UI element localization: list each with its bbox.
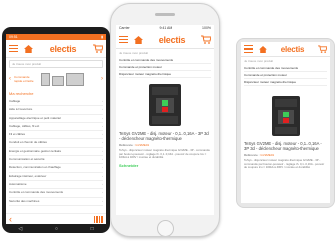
menu-icon[interactable] [119, 35, 128, 44]
category-item[interactable]: Conduit et chemin de câbles › [9, 139, 103, 148]
breadcrumb-item[interactable]: Contrôle et commande des mouvements [119, 57, 211, 64]
category-item[interactable]: Cablage › [9, 98, 103, 107]
category-label: Contrôle et commande des mouvements [9, 190, 64, 195]
chevron-left-icon[interactable]: ‹ [9, 76, 11, 82]
chevron-right-icon: › [102, 132, 103, 137]
chevron-right-icon: › [102, 140, 103, 145]
chevron-right-icon: › [102, 157, 103, 162]
app-header: electis [241, 42, 330, 57]
app-header: electis [6, 40, 106, 58]
category-label: Eclairage intérieur, extérieur [9, 173, 47, 178]
nav-back-icon[interactable]: ◁ [18, 226, 22, 232]
category-label: Conduit et chemin de câbles [9, 140, 47, 145]
breadcrumb-item[interactable]: Contrôle et commande des mouvements [244, 65, 327, 72]
banner-text: Commande rapide et facile [14, 74, 34, 83]
cart-icon[interactable] [201, 35, 211, 44]
iphone-screen: Carrier 9:41 AM 100% electis Je trouve m… [116, 25, 214, 215]
breadcrumb-item[interactable]: Commande et protection moteur [244, 72, 327, 79]
section-title: Ma recherche [9, 91, 34, 96]
chevron-right-icon: › [102, 148, 103, 153]
category-label: Aide à l'ouverture [9, 107, 33, 112]
nav-home-icon[interactable]: ○ [55, 226, 58, 232]
category-label: Appareillage électrique et petit matérie… [9, 115, 61, 120]
menu-icon[interactable] [244, 45, 253, 53]
chevron-right-icon: › [102, 107, 103, 112]
battery-label: 100% [202, 26, 211, 30]
category-item[interactable]: Sécurité des machines › [9, 198, 103, 206]
speaker-grille [155, 13, 175, 16]
category-item[interactable]: Détection, communication et chauffage › [9, 164, 103, 173]
home-button[interactable] [157, 220, 174, 236]
category-label: Communication et sécurité [9, 157, 45, 162]
home-icon[interactable] [134, 35, 143, 44]
barcode-icon[interactable] [94, 210, 103, 224]
product-description: TeSys - disjoncteur moteur magnéto-therm… [119, 148, 210, 160]
chevron-right-icon: › [102, 173, 103, 178]
brand-logo[interactable]: electis [39, 44, 87, 54]
home-icon[interactable] [24, 44, 33, 53]
product-description: TeSys - disjoncteur moteur magnéto-therm… [244, 158, 325, 170]
category-label: Détection, communication et chauffage [9, 165, 61, 170]
schneider-logo: Schneider [119, 162, 139, 168]
category-label: Cablage, câbles, fil ect [9, 123, 40, 128]
bottom-bar: ‹ [6, 213, 106, 224]
status-time: 9:41 AM [159, 26, 173, 30]
category-label: Energie et gestionnaire gestion tertiair… [9, 148, 62, 153]
promo-banner[interactable]: ‹ Commande rapide et facile › [9, 70, 103, 87]
chevron-right-icon: › [102, 99, 103, 103]
chevron-right-icon: › [102, 198, 103, 203]
product-reference: Référence : GV2ME01 [244, 153, 275, 157]
product-title: TeSys GV2ME - disj. moteur - 0,1..0,16A … [119, 131, 209, 141]
category-item[interactable]: Fil et câbles › [9, 131, 103, 140]
category-item[interactable]: Eclairage intérieur, extérieur › [9, 173, 103, 181]
product-image[interactable] [266, 94, 306, 138]
search-input[interactable]: Je trouve mon produit [244, 59, 327, 63]
search-input[interactable]: Je trouve mon produit [119, 51, 211, 55]
tablet-screen: electis Je trouve mon produit Contrôle e… [241, 42, 330, 203]
back-arrow-icon[interactable]: ‹ [9, 214, 12, 224]
devices-illustration [41, 72, 98, 86]
category-item[interactable]: Communication et sécurité › [9, 156, 103, 165]
iphone-frame: Carrier 9:41 AM 100% electis Je trouve m… [110, 3, 220, 237]
product-title: TeSys GV2ME - disj. moteur - 0,1..0,16A … [244, 141, 322, 151]
brand-logo[interactable]: electis [273, 45, 312, 54]
cart-icon[interactable] [93, 44, 103, 53]
breadcrumb-item[interactable]: Disjoncteur moteur magnéto-thermique [244, 79, 327, 86]
android-screen: 09:51 ▮ electis Je trouve mon produit ‹ C… [6, 34, 106, 224]
battery-icon: ▮ [101, 35, 103, 39]
category-label: Fil et câbles [9, 132, 26, 137]
breadcrumb-item[interactable]: Commande et protection moteur [119, 64, 211, 71]
android-nav-bar: ◁ ○ □ [2, 224, 110, 233]
android-phone-frame: 09:51 ▮ electis Je trouve mon produit ‹ C… [2, 27, 110, 233]
category-item[interactable]: Contrôle et commande des mouvements › [9, 189, 103, 198]
category-label: Automatisme [9, 181, 27, 186]
chevron-right-icon[interactable]: › [101, 76, 103, 82]
cart-icon[interactable] [318, 45, 327, 53]
product-reference: Référence : GV2ME01 [119, 143, 150, 147]
chevron-right-icon: › [102, 190, 103, 195]
breadcrumb-item[interactable]: Disjoncteur moteur magnéto-thermique [119, 71, 211, 78]
category-item[interactable]: Aide à l'ouverture › [9, 106, 103, 115]
category-item[interactable]: Energie et gestionnaire gestion tertiair… [9, 148, 103, 157]
category-label: Cablage [9, 99, 21, 103]
carrier-label: Carrier [119, 26, 130, 30]
app-header: electis [116, 31, 214, 49]
chevron-right-icon: › [102, 181, 103, 186]
search-input[interactable]: Je trouve mon produit [9, 60, 103, 68]
category-item[interactable]: Cablage, câbles, fil ect › [9, 123, 103, 132]
chevron-right-icon: › [102, 123, 103, 128]
chevron-right-icon: › [102, 165, 103, 170]
category-list: Cablage › Aide à l'ouverture › Appareillage … [9, 98, 103, 206]
product-image[interactable] [143, 82, 187, 128]
category-item[interactable]: Automatisme › [9, 181, 103, 190]
nav-recents-icon[interactable]: □ [91, 226, 94, 232]
brand-logo[interactable]: electis [149, 35, 195, 45]
menu-icon[interactable] [9, 44, 18, 53]
tablet-frame: electis Je trouve mon produit Contrôle e… [236, 38, 335, 208]
home-icon[interactable] [259, 45, 267, 53]
category-label: Sécurité des machines [9, 198, 40, 203]
chevron-right-icon: › [102, 115, 103, 120]
status-time: 09:51 [9, 35, 18, 39]
category-item[interactable]: Appareillage électrique et petit matérie… [9, 115, 103, 123]
